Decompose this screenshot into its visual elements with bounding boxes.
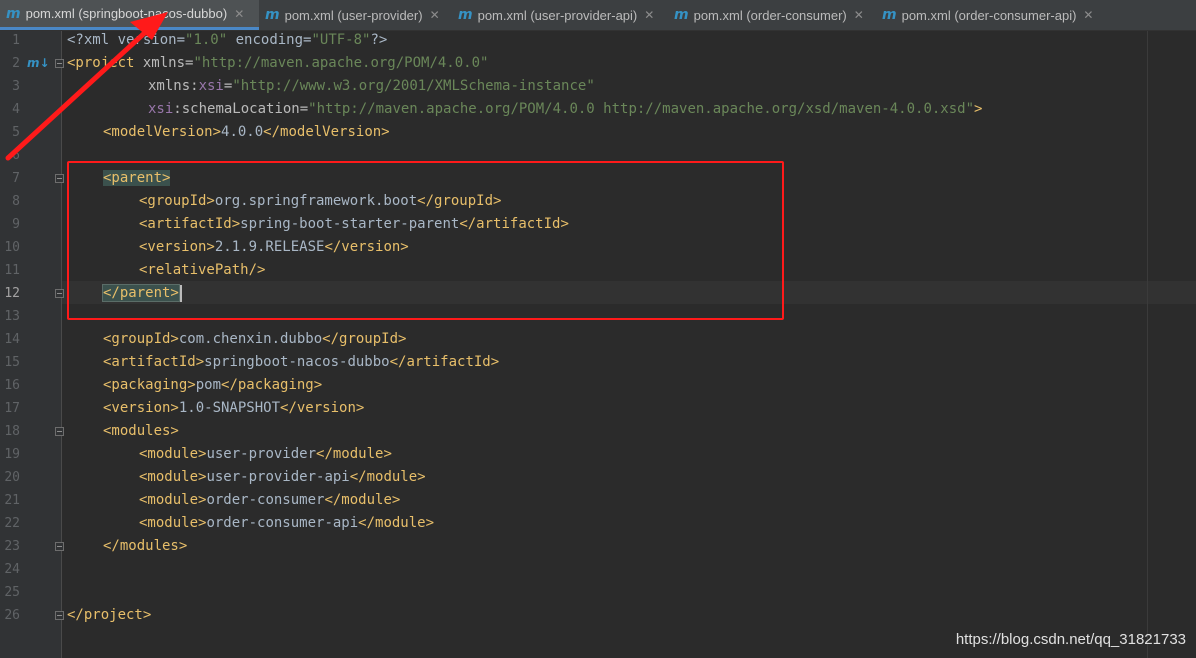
watermark: https://blog.csdn.net/qq_31821733 bbox=[955, 631, 1186, 648]
annotation-red-arrow bbox=[5, 12, 168, 161]
